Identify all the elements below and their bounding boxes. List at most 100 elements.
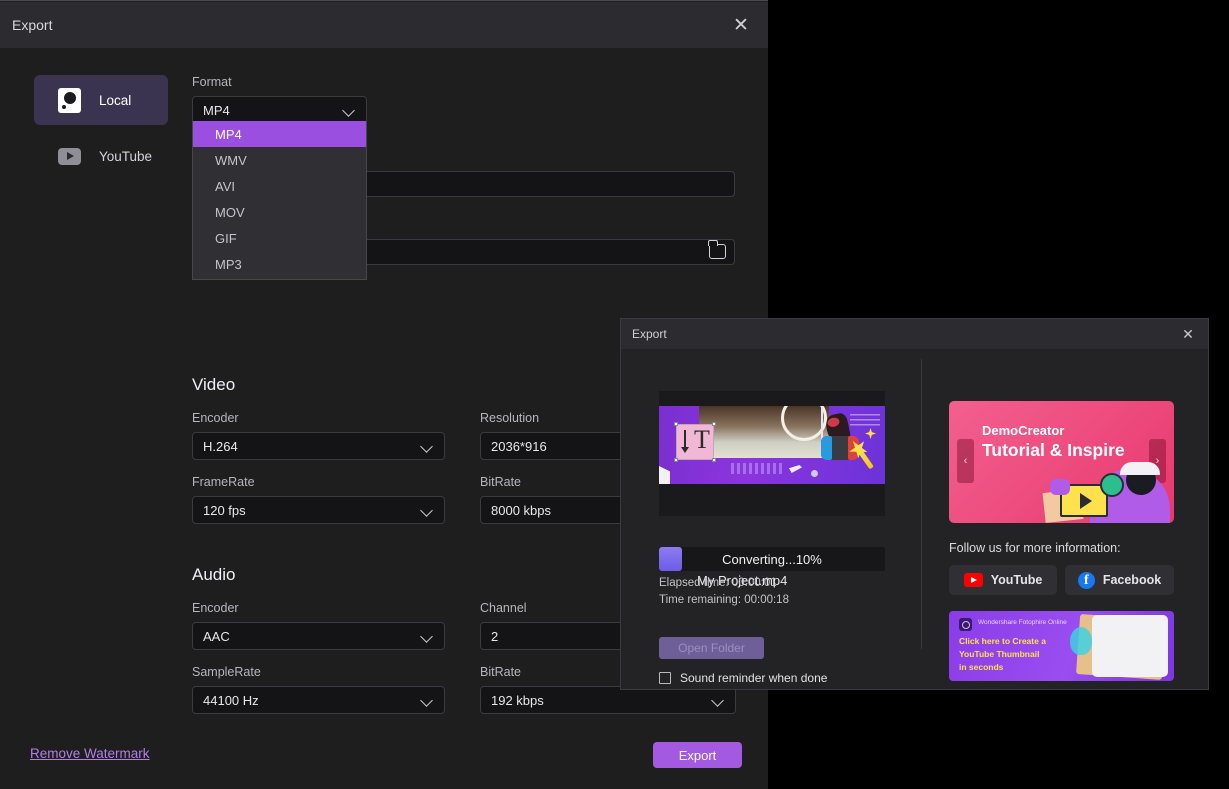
chevron-down-icon <box>421 504 434 517</box>
video-encoder-value: H.264 <box>203 438 238 454</box>
promo-illustration-lens <box>1100 473 1124 497</box>
sidebar-item-local[interactable]: Local <box>34 75 168 125</box>
thumbnail-corner-shape <box>659 466 670 484</box>
elapsed-time-label: Elapsed time: 00:00:01 <box>659 577 777 589</box>
remove-watermark-link[interactable]: Remove Watermark <box>30 746 150 761</box>
open-folder-button[interactable]: Open Folder <box>659 637 764 659</box>
selection-handle <box>712 458 716 462</box>
video-framerate-label: FrameRate <box>192 475 255 489</box>
audio-section-title: Audio <box>192 565 236 584</box>
arrow-down-icon <box>681 430 689 453</box>
selection-handle <box>712 422 716 426</box>
play-icon <box>1080 492 1092 509</box>
progress-status-text: Converting...10% <box>722 551 822 567</box>
thumbnail-wave-decoration <box>850 414 880 428</box>
audio-encoder-group: Encoder AAC <box>192 601 445 650</box>
chevron-down-icon <box>421 630 434 643</box>
selection-handle <box>674 458 678 462</box>
format-label: Format <box>192 75 232 89</box>
video-thumbnail: T My Project.mp4 <box>659 391 885 588</box>
format-select-value: MP4 <box>203 102 230 118</box>
youtube-button[interactable]: YouTube <box>949 565 1057 595</box>
facebook-button[interactable]: f Facebook <box>1065 565 1174 595</box>
video-framerate-group: FrameRate 120 fps <box>192 475 445 524</box>
progress-bar-fill <box>659 547 682 571</box>
format-option-wmv[interactable]: WMV <box>193 147 366 173</box>
thumbnail-photo <box>699 406 852 458</box>
sidebar-item-youtube[interactable]: YouTube <box>34 131 168 181</box>
sidebar-item-local-label: Local <box>99 92 132 108</box>
sound-reminder-checkbox[interactable] <box>659 672 671 684</box>
audio-samplerate-label: SampleRate <box>192 665 261 679</box>
audio-bitrate-value: 192 kbps <box>491 692 544 708</box>
sound-reminder-row[interactable]: Sound reminder when done <box>659 671 827 685</box>
export-button[interactable]: Export <box>653 742 742 768</box>
wondershare-logo-icon <box>959 618 972 631</box>
export-target-sidebar: Local YouTube <box>34 75 168 187</box>
thumbnail-magic-wand-icon <box>857 448 874 470</box>
format-select[interactable]: MP4 <box>192 96 367 124</box>
thumbnail-console-icon <box>821 436 859 460</box>
facebook-button-label: Facebook <box>1102 573 1162 587</box>
audio-samplerate-value: 44100 Hz <box>203 692 259 708</box>
progress-dialog-title: Export <box>632 327 667 341</box>
chevron-down-icon <box>712 694 725 707</box>
chevron-down-icon <box>421 440 434 453</box>
promo2-line-3: in seconds <box>959 662 1004 672</box>
progress-panel: T My Project.mp4 Converting...10% Elapse… <box>621 349 921 690</box>
promo2-line-2: YouTube Thumbnail <box>959 649 1040 659</box>
video-encoder-select[interactable]: H.264 <box>192 432 445 460</box>
time-remaining-label: Time remaining: 00:00:18 <box>659 594 789 606</box>
close-icon[interactable]: ✕ <box>1180 326 1196 342</box>
video-section-title: Video <box>192 375 236 394</box>
hard-drive-icon <box>58 87 81 113</box>
audio-channel-value: 2 <box>491 628 499 644</box>
video-encoder-label: Encoder <box>192 411 239 425</box>
format-option-mp4[interactable]: MP4 <box>193 121 366 147</box>
audio-samplerate-group: SampleRate 44100 Hz <box>192 665 445 714</box>
text-glyph: T <box>694 425 710 454</box>
youtube-icon <box>963 573 983 587</box>
video-framerate-select[interactable]: 120 fps <box>192 496 445 524</box>
sound-reminder-label: Sound reminder when done <box>680 671 828 685</box>
progress-dialog-titlebar: Export ✕ <box>621 319 1208 349</box>
folder-icon[interactable] <box>708 240 726 259</box>
thumbnail-dot <box>811 470 818 477</box>
export-dialog-title: Export <box>12 17 53 33</box>
audio-encoder-select[interactable]: AAC <box>192 622 445 650</box>
promo-banner-subtitle: Tutorial & Inspire <box>982 440 1125 460</box>
follow-us-label: Follow us for more information: <box>949 541 1121 555</box>
format-dropdown-list[interactable]: MP4 WMV AVI MOV GIF MP3 <box>192 121 367 280</box>
chevron-down-icon <box>343 104 356 117</box>
audio-encoder-value: AAC <box>203 628 230 644</box>
divider <box>921 359 922 649</box>
format-option-mov[interactable]: MOV <box>193 199 366 225</box>
promo-banner-title: DemoCreator <box>982 423 1065 438</box>
format-option-avi[interactable]: AVI <box>193 173 366 199</box>
format-option-mp3[interactable]: MP3 <box>193 251 366 277</box>
youtube-button-label: YouTube <box>990 573 1043 587</box>
selection-handle <box>674 422 678 426</box>
close-icon[interactable]: ✕ <box>730 14 752 36</box>
promo2-illustration-tablet <box>1070 615 1168 677</box>
democreator-promo-banner[interactable]: DemoCreator Tutorial & Inspire ‹ › <box>949 401 1174 523</box>
thumbnail-divider-line <box>821 406 823 440</box>
thumbnail-image: T <box>659 406 885 484</box>
sidebar-item-youtube-label: YouTube <box>99 148 153 164</box>
format-group: Format MP4 <box>192 75 367 124</box>
fotophire-promo-banner[interactable]: Wondershare Fotophire Online Click here … <box>949 611 1174 681</box>
youtube-icon <box>58 147 81 165</box>
video-resolution-value: 2036*916 <box>491 438 547 454</box>
audio-encoder-label: Encoder <box>192 601 239 615</box>
video-bitrate-value: 8000 kbps <box>491 502 551 518</box>
progress-bar: Converting...10% <box>659 547 885 571</box>
format-option-gif[interactable]: GIF <box>193 225 366 251</box>
thumbnail-sparkle-icon <box>865 428 876 439</box>
promo-illustration-hand <box>1050 479 1070 495</box>
audio-bitrate-select[interactable]: 192 kbps <box>480 686 736 714</box>
carousel-prev-icon[interactable]: ‹ <box>957 439 974 483</box>
video-framerate-value: 120 fps <box>203 502 246 518</box>
promo2-brand-label: Wondershare Fotophire Online <box>978 619 1067 626</box>
audio-samplerate-select[interactable]: 44100 Hz <box>192 686 445 714</box>
facebook-icon: f <box>1077 571 1095 589</box>
